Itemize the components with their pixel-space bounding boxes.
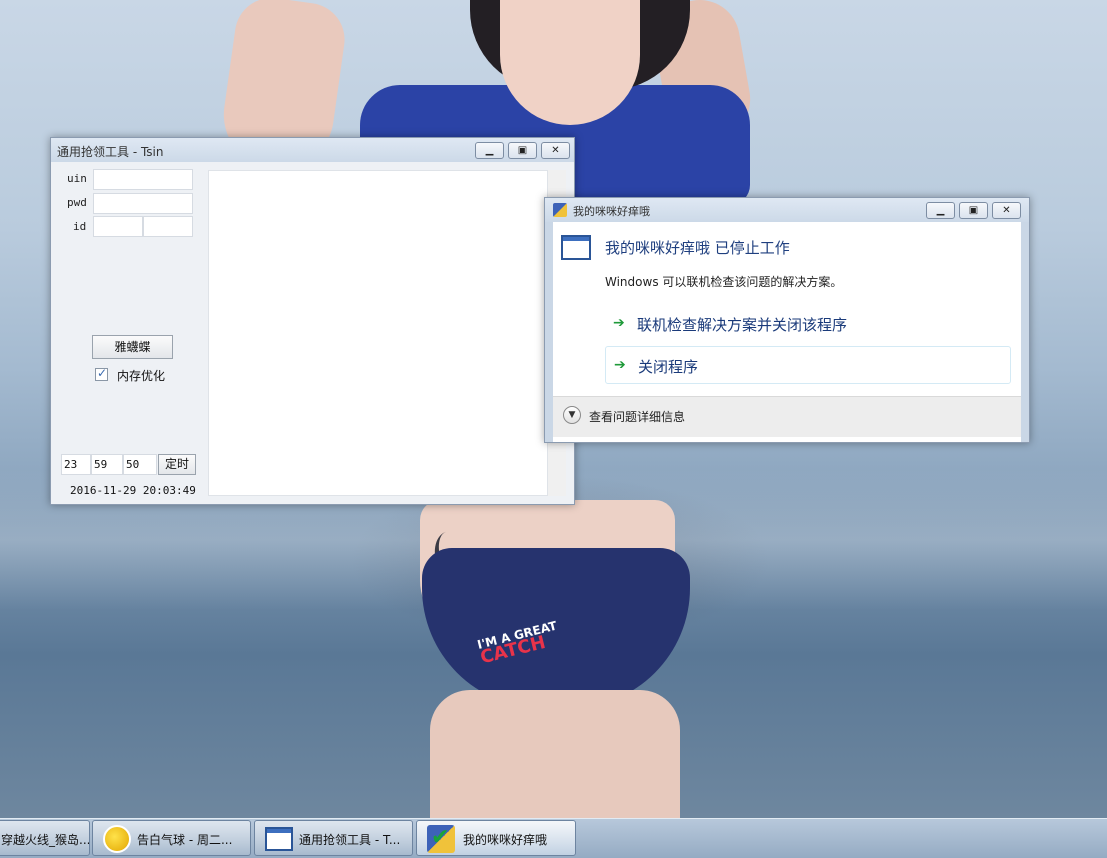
- second-input[interactable]: 50: [123, 454, 157, 475]
- green-arrow-icon: ➔: [614, 357, 626, 373]
- taskbar: 穿越火线_猴岛... 告白气球 - 周二... 通用抢领工具 - T... ✔ …: [0, 818, 1107, 858]
- check-icon: ✔: [431, 825, 450, 850]
- minimize-button[interactable]: ▁: [926, 202, 955, 219]
- id-input-1[interactable]: [93, 216, 143, 237]
- taskbar-item-music[interactable]: 告白气球 - 周二...: [92, 820, 251, 856]
- green-arrow-icon: ➔: [613, 315, 625, 331]
- memory-optimize-label: 内存优化: [117, 369, 166, 383]
- taskbar-item-tool[interactable]: 通用抢领工具 - T...: [254, 820, 413, 856]
- uin-label: uin: [67, 172, 87, 185]
- dialog-frame-left: [545, 222, 553, 442]
- minimize-button[interactable]: ▁: [475, 142, 504, 159]
- pwd-input[interactable]: [93, 193, 193, 214]
- close-program-label: 关闭程序: [638, 358, 699, 376]
- crash-subtext: Windows 可以联机检查该问题的解决方案。: [605, 275, 843, 289]
- id-label: id: [73, 220, 87, 233]
- qq-music-icon: [103, 825, 131, 853]
- minimize-icon: ▁: [936, 205, 945, 216]
- chevron-down-icon: ▼: [568, 410, 576, 420]
- check-online-solution-label: 联机检查解决方案并关闭该程序: [637, 316, 848, 334]
- taskbar-item-label: 通用抢领工具 - T...: [299, 833, 401, 847]
- wallpaper-figure-legs: [430, 690, 680, 818]
- restore-button[interactable]: ▣: [959, 202, 988, 219]
- tool-window-controls: ▁ ▣ ✕: [475, 142, 570, 159]
- crash-heading: 我的咪咪好痒哦 已停止工作: [605, 239, 790, 257]
- crash-dialog-titlebar[interactable]: 我的咪咪好痒哦 ▁ ▣ ✕: [545, 198, 1029, 222]
- window-app-icon: [265, 827, 293, 851]
- restore-icon: ▣: [968, 205, 979, 216]
- crash-dialog-controls: ▁ ▣ ✕: [926, 202, 1021, 219]
- taskbar-item-label: 告白气球 - 周二...: [137, 833, 233, 847]
- check-icon: ✓: [97, 366, 108, 380]
- tool-window: 通用抢领工具 - Tsin ▁ ▣ ✕ uin pwd id 雅蠛蝶 ✓ 内存优…: [50, 137, 575, 505]
- close-program-link[interactable]: ➔ 关闭程序: [605, 346, 1011, 384]
- pwd-label: pwd: [67, 196, 87, 209]
- crash-dialog-footer: ▼ 查看问题详细信息: [553, 396, 1021, 437]
- hour-input[interactable]: 23: [61, 454, 91, 475]
- close-icon: ✕: [551, 145, 560, 156]
- taskbar-item-label: 我的咪咪好痒哦: [463, 833, 548, 847]
- close-button[interactable]: ✕: [541, 142, 570, 159]
- close-button[interactable]: ✕: [992, 202, 1021, 219]
- restore-icon: ▣: [517, 145, 528, 156]
- check-online-solution-link[interactable]: ➔ 联机检查解决方案并关闭该程序: [605, 305, 1011, 343]
- action-button[interactable]: 雅蠛蝶: [92, 335, 173, 359]
- id-input-2[interactable]: [143, 216, 193, 237]
- tool-window-titlebar[interactable]: 通用抢领工具 - Tsin ▁ ▣ ✕: [51, 138, 574, 162]
- taskbar-item-label: 穿越火线_猴岛...: [1, 833, 90, 847]
- minute-input[interactable]: 59: [91, 454, 123, 475]
- timer-button[interactable]: 定时: [158, 454, 196, 475]
- uin-input[interactable]: [93, 169, 193, 190]
- taskbar-item-crossfire[interactable]: 穿越火线_猴岛...: [0, 820, 90, 856]
- details-label[interactable]: 查看问题详细信息: [589, 408, 685, 425]
- restore-button[interactable]: ▣: [508, 142, 537, 159]
- close-icon: ✕: [1002, 205, 1011, 216]
- window-app-icon: [561, 235, 591, 260]
- app-warning-icon: [553, 203, 567, 217]
- minimize-icon: ▁: [485, 145, 494, 156]
- log-textarea[interactable]: [208, 170, 548, 496]
- crash-dialog-title: 我的咪咪好痒哦: [573, 205, 650, 218]
- crash-dialog-body: 我的咪咪好痒哦 已停止工作 Windows 可以联机检查该问题的解决方案。 ➔ …: [553, 227, 1021, 396]
- tool-window-title: 通用抢领工具 - Tsin: [57, 145, 164, 159]
- tool-window-body: uin pwd id 雅蠛蝶 ✓ 内存优化 23 59 50 定时 2016-1…: [51, 162, 574, 504]
- datetime-display: 2016-11-29 20:03:49: [70, 484, 196, 497]
- taskbar-item-crash[interactable]: ✔ 我的咪咪好痒哦: [416, 820, 576, 856]
- memory-optimize-checkbox[interactable]: ✓: [95, 366, 108, 381]
- crash-dialog: 我的咪咪好痒哦 ▁ ▣ ✕ 我的咪咪好痒哦 已停止工作 Windows 可以联机…: [544, 197, 1030, 443]
- expand-details-button[interactable]: ▼: [563, 406, 581, 424]
- dialog-frame-right: [1021, 222, 1029, 442]
